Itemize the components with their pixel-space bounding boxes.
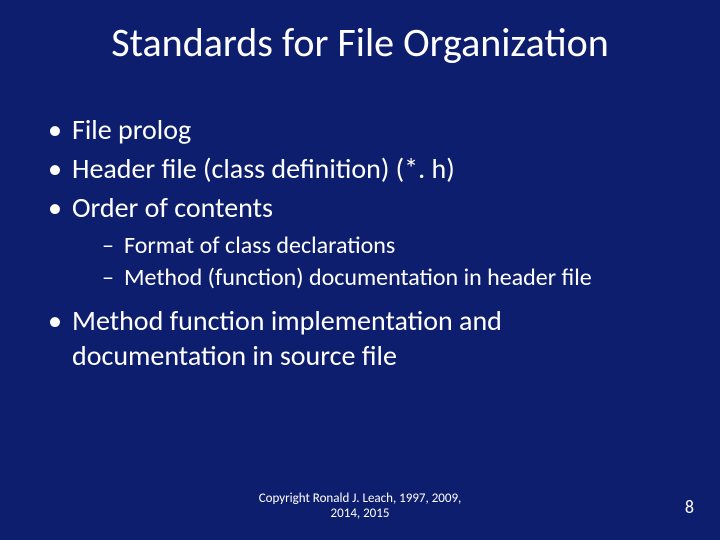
bullet-item: Header file (class definition) (*. h) [48, 151, 680, 186]
sub-bullet-list: Format of class declarations Method (fun… [72, 231, 680, 293]
bullet-text: Header file (class definition) (*. h) [72, 151, 455, 186]
bullet-item: Method function implementation and docum… [48, 303, 680, 373]
copyright-line: Copyright Ronald J. Leach, 1997, 2009, [259, 491, 462, 506]
bullet-text: File prolog [72, 112, 191, 147]
slide-content: File prolog Header file (class definitio… [48, 112, 680, 377]
bullet-text: Order of contents [72, 190, 273, 225]
slide: Standards for File Organization File pro… [0, 0, 720, 540]
sub-bullet-item: Format of class declarations [102, 231, 680, 261]
sub-bullet-text: Method (function) documentation in heade… [124, 263, 592, 292]
sub-bullet-text: Format of class declarations [124, 231, 395, 260]
slide-title: Standards for File Organization [0, 18, 720, 67]
bullet-list: File prolog Header file (class definitio… [48, 112, 680, 373]
copyright-line: 2014, 2015 [0, 506, 720, 522]
bullet-item: Order of contents Format of class declar… [48, 190, 680, 293]
bullet-item: File prolog [48, 112, 680, 147]
bullet-text: Method function implementation and docum… [72, 303, 502, 373]
page-number: 8 [685, 496, 694, 518]
copyright-footer: Copyright Ronald J. Leach, 1997, 2009, 2… [0, 491, 720, 522]
sub-bullet-item: Method (function) documentation in heade… [102, 263, 680, 293]
